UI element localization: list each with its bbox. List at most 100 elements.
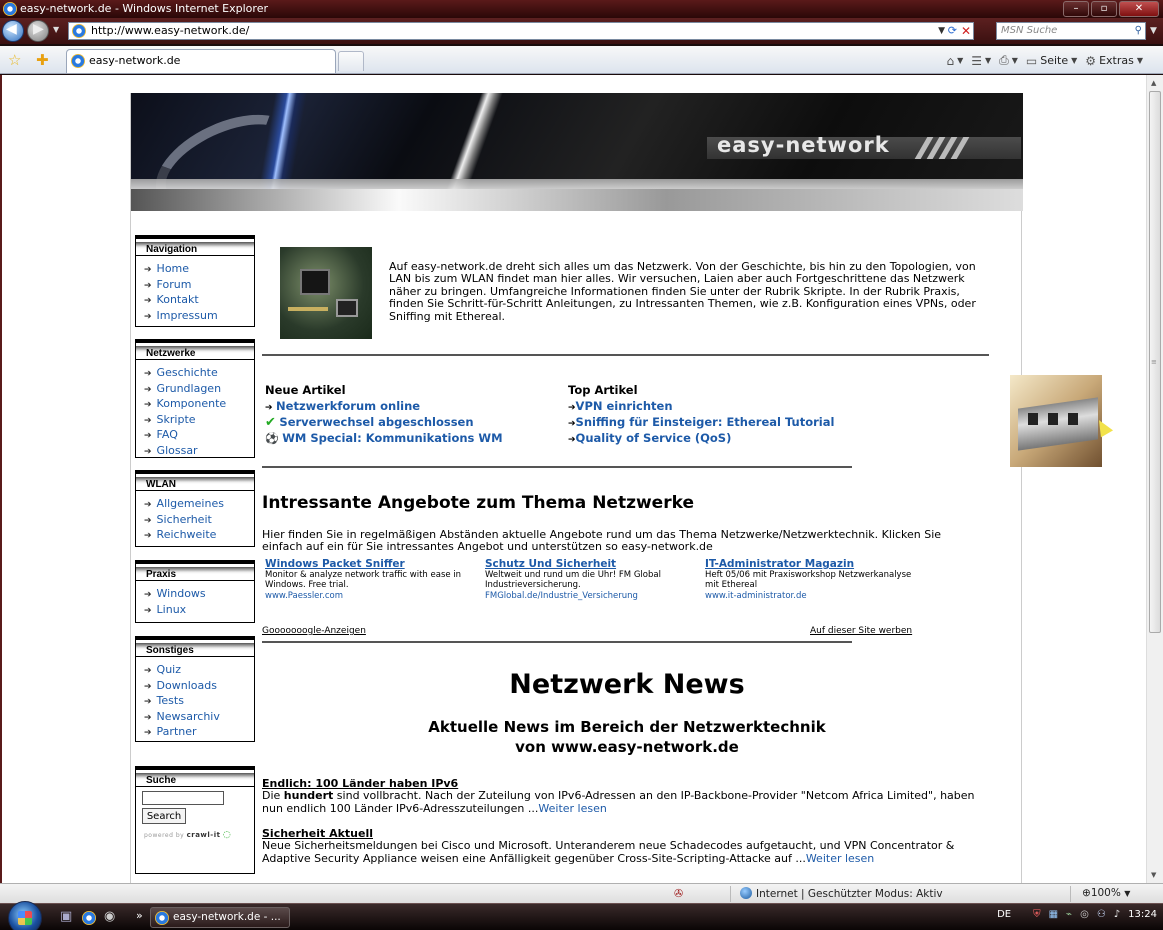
- sidebar-item-sicherheit[interactable]: ➔ Sicherheit: [144, 513, 254, 529]
- scroll-up-icon[interactable]: ▲: [1151, 79, 1156, 87]
- home-button[interactable]: ⌂ ▼: [946, 54, 963, 68]
- top-article-item[interactable]: ➔Sniffing für Einsteiger: Ethereal Tutor…: [568, 415, 834, 429]
- scroll-down-icon[interactable]: ▼: [1151, 871, 1156, 879]
- sidebar-item-skripte[interactable]: ➔ Skripte: [144, 413, 254, 429]
- site-logo: easy-network: [717, 133, 890, 157]
- ad-item[interactable]: Windows Packet Sniffer Monitor & analyze…: [265, 559, 475, 601]
- page-favicon-icon: [72, 24, 86, 38]
- address-dropdown-icon[interactable]: ▼: [938, 23, 945, 39]
- clock[interactable]: 13:24: [1128, 909, 1157, 920]
- favorites-star-icon[interactable]: ☆: [8, 51, 21, 69]
- new-article-item[interactable]: ➔ Netzwerkforum online: [265, 399, 420, 413]
- powered-by-crawl-it[interactable]: powered by crawl-it ◌: [144, 830, 254, 840]
- ie-quicklaunch-icon[interactable]: [82, 911, 96, 925]
- language-indicator[interactable]: DE: [997, 909, 1011, 920]
- minimize-button[interactable]: –: [1063, 1, 1089, 17]
- shield-icon[interactable]: ⛨: [1033, 909, 1041, 920]
- devices-icon[interactable]: ⚇: [1097, 909, 1106, 920]
- sidebar-item-forum[interactable]: ➔ Forum: [144, 278, 254, 294]
- sidebar-item-newsarchiv[interactable]: ➔ Newsarchiv: [144, 710, 254, 726]
- box-title: WLAN: [136, 471, 254, 491]
- site-search-button[interactable]: Search: [142, 808, 186, 824]
- security-zone[interactable]: Internet | Geschützter Modus: Aktiv: [740, 887, 943, 900]
- stop-icon[interactable]: ✕: [961, 23, 971, 39]
- history-dropdown-icon[interactable]: ▼: [53, 25, 59, 34]
- extras-menu-button[interactable]: ⚙ Extras ▼: [1085, 54, 1143, 68]
- network-icon[interactable]: ⌁: [1066, 909, 1072, 920]
- page-menu-button[interactable]: ▭ Seite ▼: [1026, 54, 1077, 68]
- rss-feed-icon: ☰: [971, 53, 982, 68]
- site-search-input[interactable]: [142, 791, 224, 805]
- search-dropdown-icon[interactable]: ▼: [1150, 26, 1157, 36]
- feeds-button[interactable]: ☰ ▼: [971, 54, 991, 68]
- close-button[interactable]: ✕: [1119, 1, 1159, 17]
- read-more-link[interactable]: Weiter lesen: [538, 802, 606, 815]
- new-tab-button[interactable]: [338, 51, 364, 71]
- top-article-item[interactable]: ➔VPN einrichten: [568, 399, 673, 413]
- monitor-icon[interactable]: ▦: [1049, 909, 1058, 920]
- ad-item[interactable]: IT-Administrator Magazin Heft 05/06 mit …: [705, 559, 915, 601]
- back-arrow-icon: ◀: [6, 21, 17, 37]
- sidebar-item-kontakt[interactable]: ➔ Kontakt: [144, 293, 254, 309]
- sidebar-item-impressum[interactable]: ➔ Impressum: [144, 309, 254, 325]
- intro-text: Auf easy-network.de dreht sich alles um …: [389, 260, 976, 323]
- arrow-icon: ➔: [144, 415, 152, 426]
- sidebar-item-quiz[interactable]: ➔ Quiz: [144, 663, 254, 679]
- quicklaunch-more[interactable]: »: [136, 909, 143, 922]
- tab-row: ☆ ✚ easy-network.de ⌂ ▼ ☰ ▼ ⎙ ▼ ▭ Seite ▼ ⚙ Ex…: [0, 46, 1163, 74]
- sidebar-item-glossar[interactable]: ➔ Glossar: [144, 444, 254, 460]
- advertise-link[interactable]: Auf dieser Site werben: [810, 626, 912, 636]
- news-item: Sicherheit Aktuell Neue Sicherheitsmeldu…: [262, 827, 992, 865]
- box-title: Netzwerke: [136, 340, 254, 360]
- ad-item[interactable]: Schutz Und Sicherheit Weltweit und rund …: [485, 559, 695, 601]
- nav-box-sonstiges: Sonstiges ➔ Quiz ➔ Downloads ➔ Tests ➔ Newsa…: [135, 636, 255, 742]
- divider: [1070, 886, 1071, 902]
- new-article-item[interactable]: ⚽ WM Special: Kommunikations WM: [265, 431, 503, 445]
- search-icon[interactable]: ⚲: [1135, 23, 1142, 39]
- address-bar[interactable]: http://www.easy-network.de/ ▼ ⟳ ✕: [68, 22, 974, 40]
- search-input[interactable]: MSN Suche ⚲: [996, 22, 1146, 40]
- volume-icon[interactable]: ♪: [1114, 909, 1120, 920]
- top-articles-heading: Top Artikel: [568, 383, 638, 397]
- address-url: http://www.easy-network.de/: [91, 24, 250, 37]
- sidebar-item-home[interactable]: ➔ Home: [144, 262, 254, 278]
- chevron-down-icon: ▼: [1136, 56, 1143, 65]
- gear-icon: ⚙: [1085, 53, 1097, 68]
- sidebar-item-reichweite[interactable]: ➔ Reichweite: [144, 528, 254, 544]
- print-button[interactable]: ⎙ ▼: [999, 53, 1018, 68]
- vertical-scrollbar[interactable]: ▲ ≡ ▼: [1146, 75, 1163, 883]
- refresh-icon[interactable]: ⟳: [948, 23, 957, 39]
- sidebar-item-allgemeines[interactable]: ➔ Allgemeines: [144, 497, 254, 513]
- scroll-grip-icon: ≡: [1151, 358, 1157, 366]
- wireless-icon[interactable]: ◎: [1080, 909, 1089, 920]
- sidebar-item-geschichte[interactable]: ➔ Geschichte: [144, 366, 254, 382]
- taskbar: ▣ ◉ » easy-network.de - ... DE ⛨ ▦ ⌁ ◎ ⚇…: [0, 901, 1163, 930]
- top-article-item[interactable]: ➔Quality of Service (QoS): [568, 431, 731, 445]
- zoom-level[interactable]: ⊕100% ▼: [1082, 887, 1130, 899]
- arrow-icon: ➔: [568, 435, 576, 445]
- maximize-button[interactable]: ▫: [1091, 1, 1117, 17]
- start-button[interactable]: [8, 901, 42, 930]
- google-ads-link[interactable]: Gooooooogle-Anzeigen: [262, 626, 366, 636]
- new-article-item[interactable]: ✔ Serverwechsel abgeschlossen: [265, 415, 474, 430]
- media-quicklaunch-icon[interactable]: ◉: [104, 909, 115, 924]
- popup-blocker-icon[interactable]: ✇: [674, 887, 683, 900]
- arrow-icon: ➔: [144, 311, 152, 322]
- sidebar-item-grundlagen[interactable]: ➔ Grundlagen: [144, 382, 254, 398]
- arrow-icon: ➔: [144, 280, 152, 291]
- taskbar-item-ie[interactable]: easy-network.de - ...: [150, 907, 290, 928]
- show-desktop-icon[interactable]: ▣: [60, 909, 72, 924]
- sidebar-item-komponente[interactable]: ➔ Komponente: [144, 397, 254, 413]
- add-favorite-icon[interactable]: ✚: [36, 51, 49, 69]
- sidebar-item-faq[interactable]: ➔ FAQ: [144, 428, 254, 444]
- news-item: Endlich: 100 Länder haben IPv6 Die hunde…: [262, 777, 992, 815]
- sidebar-item-downloads[interactable]: ➔ Downloads: [144, 679, 254, 695]
- read-more-link[interactable]: Weiter lesen: [806, 852, 874, 865]
- sidebar-item-tests[interactable]: ➔ Tests: [144, 694, 254, 710]
- sidebar-item-linux[interactable]: ➔ Linux: [144, 603, 254, 619]
- arrow-icon: ➔: [144, 369, 152, 379]
- sidebar-item-windows[interactable]: ➔ Windows: [144, 587, 254, 603]
- tab-easy-network[interactable]: easy-network.de: [66, 49, 336, 73]
- arrow-icon: ➔: [568, 403, 576, 413]
- sidebar-item-partner[interactable]: ➔ Partner: [144, 725, 254, 741]
